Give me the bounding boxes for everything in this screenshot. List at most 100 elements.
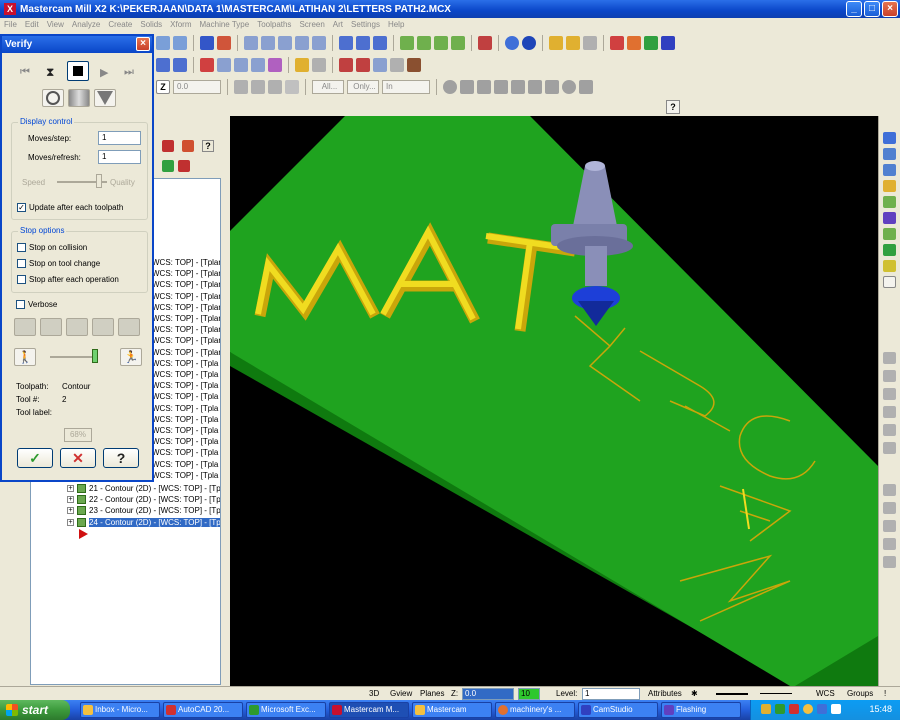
help-dialog-button[interactable]: ?	[103, 448, 139, 468]
regen-icon[interactable]	[178, 160, 190, 172]
repaint-icon[interactable]	[373, 36, 387, 50]
solid-select-icon[interactable]	[460, 80, 474, 94]
menu-edit[interactable]: Edit	[25, 20, 39, 29]
tree-row[interactable]: WCS: TOP] - [Tpla	[152, 436, 218, 447]
help-button[interactable]: ?	[666, 100, 680, 114]
engrave-icon[interactable]	[251, 58, 265, 72]
undo-icon[interactable]	[156, 36, 170, 50]
moves-step-input[interactable]: 1	[98, 131, 141, 145]
expand-icon[interactable]: +	[67, 485, 74, 492]
tool-b-icon[interactable]	[883, 370, 896, 382]
zoom-in-icon[interactable]	[278, 36, 292, 50]
tray-icon-d[interactable]	[803, 704, 813, 714]
line-width-swatch[interactable]	[760, 693, 792, 694]
graphics-viewport[interactable]	[230, 116, 878, 686]
transform-icon[interactable]	[295, 58, 309, 72]
tree-row[interactable]: WCS: TOP] - [Tplar	[152, 302, 220, 313]
run-icon[interactable]: 🏃	[120, 348, 142, 366]
menu-view[interactable]: View	[47, 20, 64, 29]
highlight-icon[interactable]	[883, 260, 896, 272]
stop-each-operation-checkbox[interactable]	[17, 275, 26, 284]
tool-d-icon[interactable]	[883, 406, 896, 418]
in-combo[interactable]: In	[382, 80, 430, 94]
menu-settings[interactable]: Settings	[351, 20, 380, 29]
menu-art[interactable]: Art	[333, 20, 343, 29]
slider-thumb[interactable]	[96, 174, 102, 188]
menu-machine-type[interactable]: Machine Type	[200, 20, 250, 29]
globe-icon[interactable]	[505, 36, 519, 50]
view-top-icon[interactable]	[400, 36, 414, 50]
step-icon[interactable]: ⧗	[46, 65, 54, 80]
expand-icon[interactable]: +	[67, 496, 74, 504]
tree-row[interactable]: WCS: TOP] - [Tplar	[152, 257, 220, 268]
wcs-button[interactable]: WCS	[816, 688, 835, 700]
verify-zoom-button[interactable]	[92, 318, 114, 336]
finish-select-icon[interactable]	[579, 80, 593, 94]
tree-row[interactable]: WCS: TOP] - [Tpla	[152, 391, 218, 402]
cube-icon[interactable]	[883, 228, 896, 240]
ok-button[interactable]: ✓	[17, 448, 53, 468]
planes-button[interactable]: Planes	[420, 688, 444, 700]
grid-view-icon[interactable]	[883, 212, 896, 224]
volume-icon[interactable]	[831, 704, 841, 714]
taskbar-item-camstudio[interactable]: CamStudio	[578, 702, 658, 718]
taskbar-item-excel[interactable]: Microsoft Exc...	[246, 702, 326, 718]
mode-3d-button[interactable]: 3D	[369, 688, 379, 700]
loop-select-icon[interactable]	[528, 80, 542, 94]
expand-icon[interactable]: +	[67, 507, 74, 515]
menu-xform[interactable]: Xform	[170, 20, 191, 29]
edge-select-icon[interactable]	[494, 80, 508, 94]
lock-icon[interactable]	[162, 160, 174, 172]
cube-view-icon[interactable]	[478, 36, 492, 50]
tool-j-icon[interactable]	[883, 538, 896, 550]
stop-collision-checkbox[interactable]	[17, 243, 26, 252]
surface-icon[interactable]	[268, 58, 282, 72]
menu-help[interactable]: Help	[388, 20, 404, 29]
stop-button[interactable]	[67, 61, 89, 81]
grid-icon[interactable]	[339, 58, 353, 72]
menu-analyze[interactable]: Analyze	[72, 20, 100, 29]
tool-e-icon[interactable]	[883, 424, 896, 436]
line-style-icon[interactable]	[251, 80, 265, 94]
tree-row[interactable]: +21 - Contour (2D) - [WCS: TOP] - [Tpla	[67, 483, 220, 494]
tool-a-icon[interactable]	[883, 352, 896, 364]
tray-icon-a[interactable]	[761, 704, 771, 714]
verify-close-button[interactable]: ×	[136, 37, 150, 51]
tray-icon-c[interactable]	[789, 704, 799, 714]
line-style-swatch[interactable]	[716, 693, 748, 695]
levels-icon[interactable]	[644, 36, 658, 50]
tree-row[interactable]: WCS: TOP] - [Tpla	[152, 470, 218, 481]
gview-button[interactable]: Gview	[390, 688, 412, 700]
zoom-out-icon[interactable]	[295, 36, 309, 50]
pocket-icon[interactable]	[217, 58, 231, 72]
table-icon[interactable]	[356, 58, 370, 72]
cancel-button[interactable]: ✕	[60, 448, 96, 468]
tree-row[interactable]: WCS: TOP] - [Tpla	[152, 425, 218, 436]
zoom-fit-icon[interactable]	[244, 36, 258, 50]
update-checkbox[interactable]: ✓	[17, 203, 26, 212]
color-pick-icon[interactable]	[234, 80, 248, 94]
attributes-icon[interactable]	[661, 36, 675, 50]
stock-icon[interactable]	[407, 58, 421, 72]
color-swatch[interactable]: 10	[518, 688, 540, 700]
zoom-window-icon[interactable]	[261, 36, 275, 50]
tree-row[interactable]: WCS: TOP] - [Tpla	[152, 358, 218, 369]
tree-row[interactable]: WCS: TOP] - [Tplar	[152, 291, 220, 302]
file-icon[interactable]	[373, 58, 387, 72]
taskbar-item-inbox[interactable]: Inbox - Micro...	[80, 702, 160, 718]
taskbar-item-flashing[interactable]: Flashing	[661, 702, 741, 718]
attributes-button[interactable]: Attributes	[648, 688, 682, 700]
hide-icon[interactable]	[627, 36, 641, 50]
close-button[interactable]: ×	[882, 1, 898, 17]
maximize-button[interactable]: □	[864, 1, 880, 17]
redo-icon[interactable]	[173, 36, 187, 50]
wand-icon[interactable]	[583, 36, 597, 50]
verify-save-button[interactable]	[118, 318, 140, 336]
point-style-icon[interactable]: ✱	[691, 688, 698, 700]
edit-icon[interactable]	[883, 180, 896, 192]
post-icon[interactable]	[182, 140, 194, 152]
manager-help-icon[interactable]: ?	[202, 140, 214, 152]
tree-row[interactable]: WCS: TOP] - [Tpla	[152, 380, 218, 391]
save-icon[interactable]	[883, 164, 896, 176]
layers-icon[interactable]	[883, 244, 896, 256]
